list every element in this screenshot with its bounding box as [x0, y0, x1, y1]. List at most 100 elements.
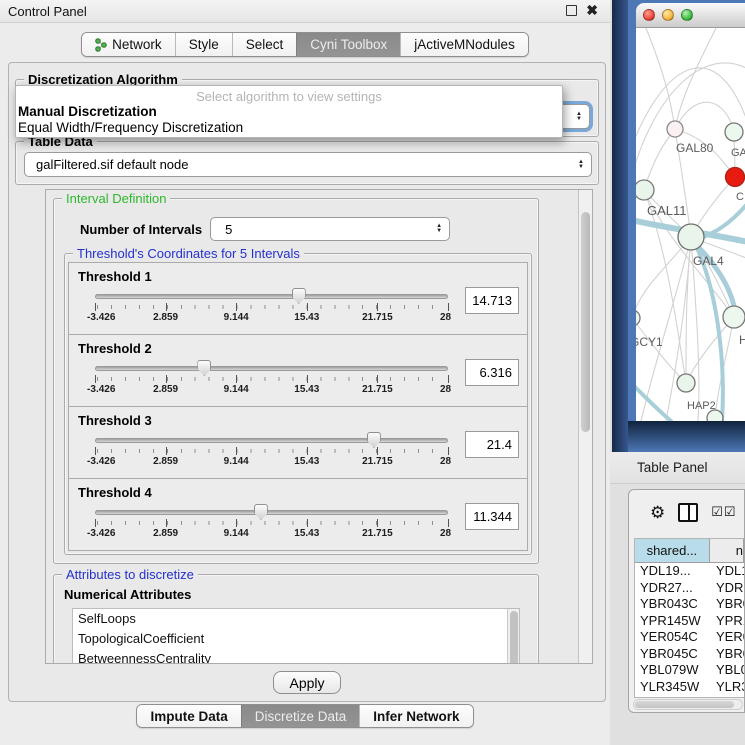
top-tab-bar: Network Style Select Cyni Toolbox jActiv… [0, 32, 610, 57]
scrollbar-thumb[interactable] [581, 212, 590, 432]
threshold-value-field[interactable]: 6.316 [465, 359, 519, 386]
network-edge [636, 237, 691, 318]
cyni-toolbox-content: Discretization Algorithm ▲▼ Select algor… [8, 62, 606, 702]
close-window-icon[interactable] [643, 9, 655, 21]
gear-icon[interactable]: ⚙ [650, 504, 665, 521]
slider-thumb[interactable] [292, 288, 306, 304]
minor-ticks [97, 304, 446, 310]
network-node[interactable] [723, 306, 745, 328]
threshold-value-field[interactable]: 14.713 [465, 287, 519, 314]
column-header-name[interactable]: n [710, 539, 744, 563]
table-cell[interactable]: YER054C [635, 629, 711, 646]
table-cell[interactable]: YBL0 [711, 662, 744, 679]
table-cell[interactable]: YLR345W [635, 679, 711, 696]
table-cell[interactable]: YER0 [711, 629, 744, 646]
network-node[interactable] [667, 121, 683, 137]
list-item[interactable]: SelfLoops [73, 609, 519, 629]
apply-button[interactable]: Apply [273, 671, 341, 694]
slider-track[interactable] [95, 438, 448, 443]
columns-icon[interactable] [678, 503, 698, 522]
list-scrollbar[interactable] [507, 609, 519, 664]
slider-track[interactable] [95, 294, 448, 299]
tab-select[interactable]: Select [232, 33, 297, 56]
network-node[interactable] [726, 168, 745, 187]
table-data-group: Table Data galFiltered.sif default node … [15, 141, 599, 185]
table-cell[interactable]: YDL1 [711, 563, 744, 580]
list-item[interactable]: BetweennessCentrality [73, 649, 519, 664]
table-row[interactable]: YLR345WYLR3 [635, 679, 744, 696]
threshold-value-field[interactable]: 11.344 [465, 503, 519, 530]
tab-discretize-data[interactable]: Discretize Data [241, 705, 360, 727]
major-tick [166, 447, 167, 455]
table-cell[interactable]: YPR145W [635, 613, 711, 630]
network-window-titlebar[interactable] [636, 3, 745, 28]
slider-track[interactable] [95, 366, 448, 371]
threshold-slider[interactable]: -3.4262.8599.14415.4321.71528 [95, 502, 448, 542]
table-row[interactable]: YBR043CYBR0 [635, 596, 744, 613]
table-row[interactable]: YBR045CYBR0 [635, 646, 744, 663]
column-header-shared-name[interactable]: shared... [635, 539, 710, 563]
threshold-2-panel: Threshold 2 -3.4262.8599.14415.4321.7152… [68, 334, 528, 407]
major-tick [95, 447, 96, 455]
table-row[interactable]: YDR27...YDR2 [635, 580, 744, 597]
table-row[interactable]: YBL079WYBL0 [635, 662, 744, 679]
table-cell[interactable]: YLR3 [711, 679, 744, 696]
network-node[interactable] [636, 180, 654, 200]
algorithm-dropdown-popup: Select algorithm to view settings Manual… [15, 85, 563, 138]
threshold-slider[interactable]: -3.4262.8599.14415.4321.71528 [95, 358, 448, 398]
slider-thumb[interactable] [197, 360, 211, 376]
zoom-window-icon[interactable] [681, 9, 693, 21]
tick-label: 2.859 [153, 312, 178, 323]
table-cell[interactable]: YPR1 [711, 613, 744, 630]
major-tick [166, 519, 167, 527]
table-cell[interactable]: YIL052C [635, 695, 711, 698]
slider-thumb[interactable] [367, 432, 381, 448]
table-row[interactable]: YER054CYER0 [635, 629, 744, 646]
network-edge [666, 237, 691, 421]
network-node[interactable] [678, 224, 704, 250]
float-panel-icon[interactable] [566, 5, 577, 16]
number-of-intervals-label: Number of Intervals [80, 222, 202, 237]
table-row[interactable]: YPR145WYPR1 [635, 613, 744, 630]
table-cell[interactable]: YBR043C [635, 596, 711, 613]
network-node[interactable] [636, 310, 640, 326]
network-node[interactable] [725, 123, 743, 141]
numerical-attributes-list: SelfLoops TopologicalCoefficient Between… [72, 608, 520, 664]
list-item[interactable]: TopologicalCoefficient [73, 629, 519, 649]
minimize-window-icon[interactable] [662, 9, 674, 21]
threshold-value-field[interactable]: 21.4 [465, 431, 519, 458]
network-node[interactable] [677, 374, 695, 392]
tab-label: Impute Data [150, 709, 227, 724]
table-cell[interactable]: YDR2 [711, 580, 744, 597]
tab-infer-network[interactable]: Infer Network [359, 705, 472, 727]
major-tick [236, 375, 237, 383]
threshold-slider[interactable]: -3.4262.8599.14415.4321.71528 [95, 430, 448, 470]
dropdown-option-manual-discretization[interactable]: Manual Discretization [16, 104, 562, 120]
major-tick [307, 447, 308, 455]
table-row[interactable]: YIL052CYIL0 [635, 695, 744, 698]
number-of-intervals-combobox[interactable]: 5 ▲▼ [210, 217, 450, 241]
table-horizontal-scrollbar[interactable] [633, 699, 743, 710]
table-cell[interactable]: YBR0 [711, 646, 744, 663]
settings-scrollbar[interactable] [578, 190, 592, 663]
table-cell[interactable]: YDL19... [635, 563, 711, 580]
tab-impute-data[interactable]: Impute Data [137, 705, 240, 727]
threshold-slider[interactable]: -3.4262.8599.14415.4321.71528 [95, 286, 448, 326]
dropdown-option-equal-width-frequency[interactable]: Equal Width/Frequency Discretization [16, 120, 562, 136]
slider-thumb[interactable] [254, 504, 268, 520]
table-cell[interactable]: YBR045C [635, 646, 711, 663]
table-cell[interactable]: YIL0 [711, 695, 744, 698]
tab-jactivemnodules[interactable]: jActiveMNodules [400, 33, 528, 56]
table-data-combobox[interactable]: galFiltered.sif default node ▲▼ [24, 152, 592, 177]
table-cell[interactable]: YBL079W [635, 662, 711, 679]
table-cell[interactable]: YBR0 [711, 596, 744, 613]
slider-track[interactable] [95, 510, 448, 515]
table-row[interactable]: YDL19...YDL1 [635, 563, 744, 580]
tab-cyni-toolbox[interactable]: Cyni Toolbox [296, 33, 400, 56]
close-icon[interactable]: ✖ [586, 3, 598, 18]
tab-network[interactable]: Network [82, 33, 175, 56]
checkbox-icons[interactable]: ☑☑ [711, 504, 736, 520]
tab-style[interactable]: Style [175, 33, 232, 56]
network-view-canvas[interactable]: GAL80GACGAL11GAL4GCY1HHAP2 [636, 28, 745, 421]
table-cell[interactable]: YDR27... [635, 580, 711, 597]
